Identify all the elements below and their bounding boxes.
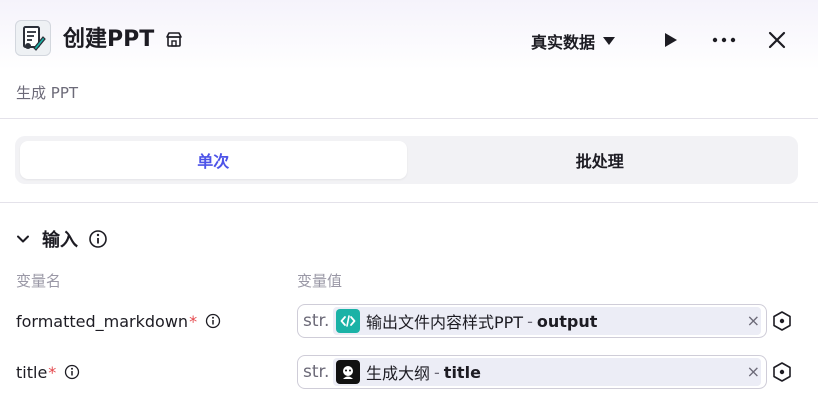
- info-icon[interactable]: [64, 364, 80, 380]
- more-button[interactable]: [710, 26, 738, 54]
- caret-down-icon: [603, 37, 616, 45]
- input-section-toggle[interactable]: 输入: [14, 226, 108, 252]
- tab-batch[interactable]: 批处理: [407, 141, 794, 179]
- reference-chip[interactable]: 输出文件内容样式PPT - output: [333, 307, 761, 335]
- variable-picker-icon[interactable]: [771, 361, 793, 383]
- code-icon: [336, 309, 360, 333]
- column-header-value: 变量值: [297, 272, 343, 290]
- node-title: 创建PPT: [63, 27, 155, 52]
- panel-header: 创建PPT 真实数据: [0, 0, 818, 80]
- node-subtitle: 生成 PPT: [16, 84, 79, 102]
- type-tag: str.: [303, 311, 330, 331]
- variable-picker-icon[interactable]: [771, 310, 793, 332]
- reference-node-name: 生成大纲: [366, 364, 431, 383]
- llm-avatar-icon: [336, 360, 360, 384]
- data-mode-label: 真实数据: [531, 33, 596, 52]
- reference-field-name: title: [443, 362, 481, 382]
- variable-value-field[interactable]: str. 输出文件内容样式PPT - output ×: [297, 304, 767, 338]
- more-dots-icon: [712, 37, 736, 43]
- reference-separator: -: [527, 311, 533, 331]
- divider: [0, 202, 818, 203]
- clear-icon[interactable]: ×: [747, 312, 760, 330]
- data-mode-select[interactable]: 真实数据: [531, 29, 616, 53]
- reference-node-name: 输出文件内容样式PPT: [366, 313, 524, 332]
- reference-field-name: output: [536, 311, 598, 331]
- type-tag: str.: [303, 362, 330, 382]
- close-icon: [768, 31, 786, 49]
- reference-separator: -: [434, 362, 440, 382]
- store-icon[interactable]: [165, 31, 183, 49]
- variable-name-label: formatted_markdown: [16, 311, 189, 331]
- tab-single[interactable]: 单次: [20, 141, 407, 179]
- run-mode-tabs: 单次 批处理: [15, 136, 798, 184]
- variable-name: formatted_markdown *: [16, 309, 221, 333]
- variable-value-field[interactable]: str. 生成大纲 - title ×: [297, 355, 767, 389]
- divider: [0, 118, 818, 119]
- chevron-down-icon: [17, 235, 29, 243]
- column-header-name: 变量名: [16, 272, 62, 290]
- close-button[interactable]: [763, 26, 791, 54]
- presentation-doc-icon: [15, 20, 51, 56]
- clear-icon[interactable]: ×: [747, 363, 760, 381]
- required-mark: *: [189, 311, 198, 331]
- play-icon: [665, 33, 677, 47]
- info-icon[interactable]: [205, 313, 221, 329]
- section-title: 输入: [42, 230, 78, 251]
- node-test-panel: 创建PPT 真实数据 生成 PPT 单次 批处理 输入 变量名 变量值 form…: [0, 0, 818, 410]
- reference-chip[interactable]: 生成大纲 - title: [333, 358, 761, 386]
- variable-name-label: title: [16, 362, 48, 382]
- variable-name: title *: [16, 360, 80, 384]
- run-button[interactable]: [656, 26, 684, 54]
- required-mark: *: [48, 362, 57, 382]
- info-icon[interactable]: [88, 229, 108, 249]
